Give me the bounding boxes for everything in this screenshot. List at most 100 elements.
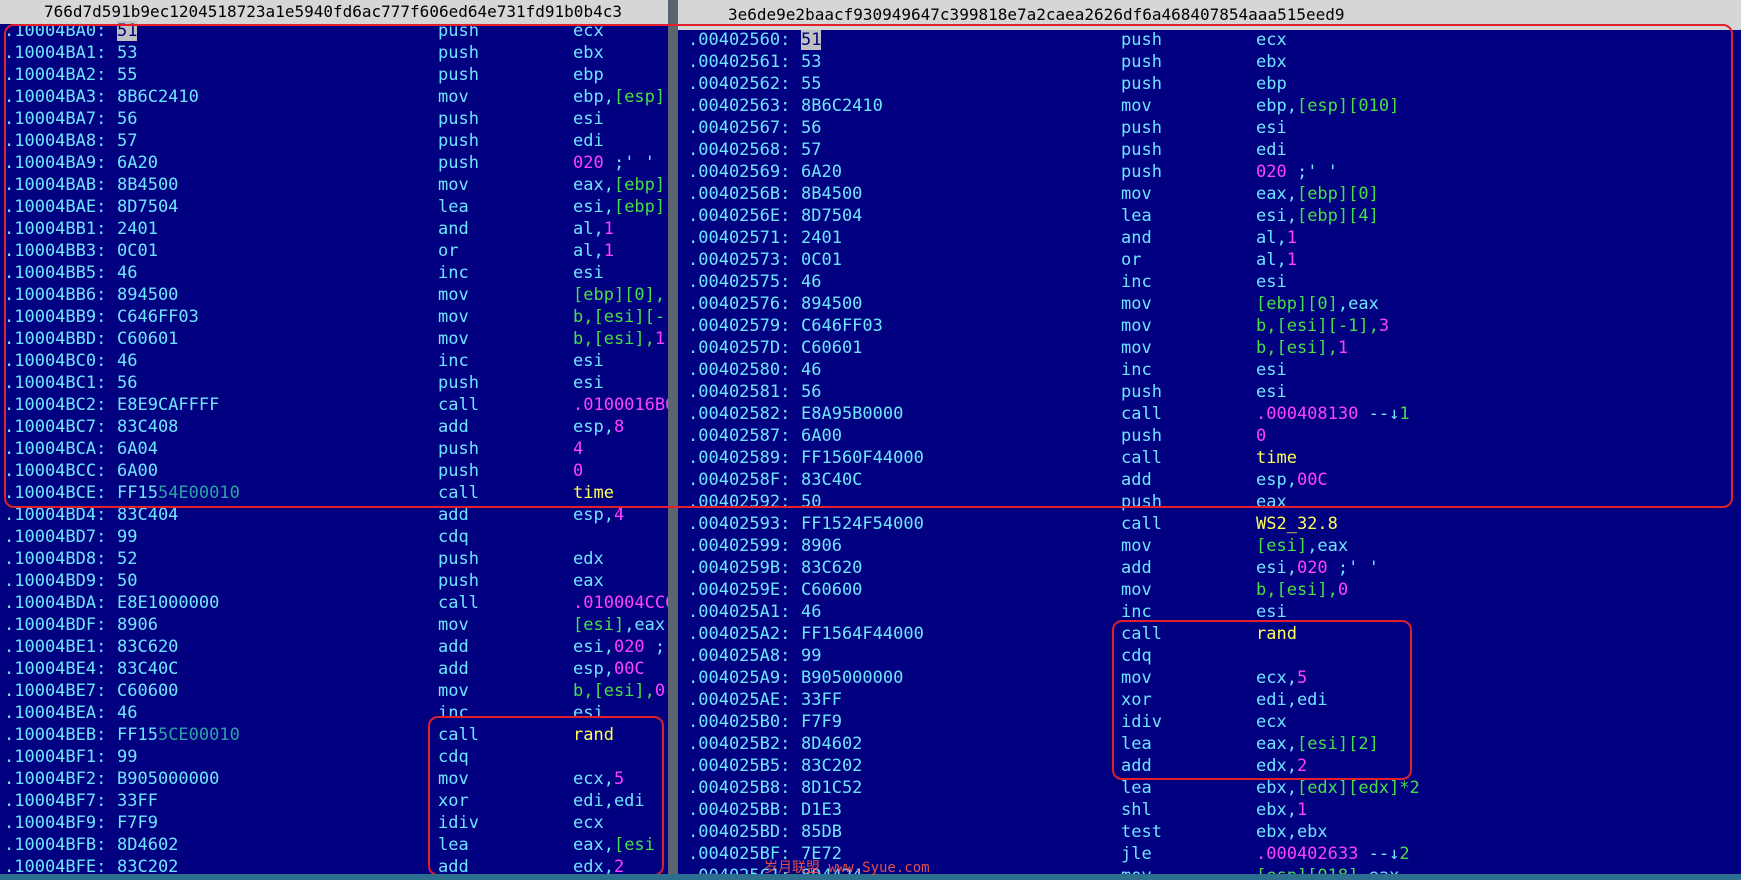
- operand-part[interactable]: .0100016B0: [573, 395, 668, 415]
- code-row[interactable]: .004025A1: 46 inc esi: [678, 601, 1741, 623]
- code-row[interactable]: .10004BC0: 46 inc esi: [0, 350, 668, 372]
- code-row[interactable]: .10004BB5: 46 inc esi: [0, 262, 668, 284]
- code-row[interactable]: .10004BC7: 83C408 add esp,8: [0, 416, 668, 438]
- function-name[interactable]: time: [573, 483, 614, 503]
- operand-part[interactable]: 2: [1297, 756, 1307, 776]
- code-row[interactable]: .0040256B: 8B4500 mov eax,[ebp][0]: [678, 183, 1741, 205]
- code-row[interactable]: .00402560: 51 push ecx: [678, 29, 1741, 51]
- code-row[interactable]: .00402575: 46 inc esi: [678, 271, 1741, 293]
- code-row[interactable]: .00402571: 2401 and al,1: [678, 227, 1741, 249]
- code-row[interactable]: .10004BE4: 83C40C add esp,00C: [0, 658, 668, 680]
- code-row[interactable]: .10004BC1: 56 push esi: [0, 372, 668, 394]
- left-disassembly-pane[interactable]: 766d7d591b9ec1204518723a1e5940fd6ac777f6…: [0, 0, 668, 880]
- code-row[interactable]: .00402568: 57 push edi: [678, 139, 1741, 161]
- code-row[interactable]: .0040259B: 83C620 add esi,020 ;' ': [678, 557, 1741, 579]
- code-row[interactable]: .004025BB: D1E3 shl ebx,1: [678, 799, 1741, 821]
- operand-part[interactable]: .000402633: [1256, 844, 1358, 864]
- operand-part[interactable]: 020: [573, 153, 604, 173]
- operand-part[interactable]: 5: [614, 769, 624, 789]
- operand-part[interactable]: 0: [1256, 426, 1266, 446]
- code-row[interactable]: .004025AE: 33FF xor edi,edi: [678, 689, 1741, 711]
- code-row[interactable]: .00402599: 8906 mov [esi],eax: [678, 535, 1741, 557]
- code-row[interactable]: .004025BD: 85DB test ebx,ebx: [678, 821, 1741, 843]
- code-row[interactable]: .10004BAB: 8B4500 mov eax,[ebp]: [0, 174, 668, 196]
- code-row[interactable]: .00402573: 0C01 or al,1: [678, 249, 1741, 271]
- operand-part[interactable]: .000408130: [1256, 404, 1358, 424]
- operand-part[interactable]: .010004CC0: [573, 593, 668, 613]
- code-row[interactable]: .10004BAE: 8D7504 lea esi,[ebp]: [0, 196, 668, 218]
- code-row[interactable]: .10004BCA: 6A04 push 4: [0, 438, 668, 460]
- code-row[interactable]: .10004BA9: 6A20 push 020 ;' ': [0, 152, 668, 174]
- operand-part[interactable]: 0: [655, 681, 665, 701]
- code-row[interactable]: .10004BEB: FF155CE00010 call rand: [0, 724, 668, 746]
- operand-part[interactable]: 020: [614, 637, 645, 657]
- code-row[interactable]: .10004BFB: 8D4602 lea eax,[esi: [0, 834, 668, 856]
- pane-divider[interactable]: [668, 0, 678, 880]
- code-row[interactable]: .00402569: 6A20 push 020 ;' ': [678, 161, 1741, 183]
- code-row[interactable]: .10004BA7: 56 push esi: [0, 108, 668, 130]
- operand-part[interactable]: 00C: [1297, 470, 1328, 490]
- right-code-listing[interactable]: .00402560: 51 push ecx .00402561: 53 push ebx .0…: [678, 29, 1741, 880]
- right-disassembly-pane[interactable]: 3e6de9e2baacf930949647c399818e7a2caea262…: [678, 0, 1741, 880]
- code-row[interactable]: .10004BBD: C60601 mov b,[esi],1: [0, 328, 668, 350]
- code-row[interactable]: .00402563: 8B6C2410 mov ebp,[esp][010]: [678, 95, 1741, 117]
- code-row[interactable]: .00402561: 53 push ebx: [678, 51, 1741, 73]
- operand-part[interactable]: 1: [604, 219, 614, 239]
- code-row[interactable]: .10004BA2: 55 push ebp: [0, 64, 668, 86]
- code-row[interactable]: .10004BA8: 57 push edi: [0, 130, 668, 152]
- operand-part[interactable]: 1: [1287, 250, 1297, 270]
- code-row[interactable]: .004025B8: 8D1C52 lea ebx,[edx][edx]*2: [678, 777, 1741, 799]
- operand-part[interactable]: 1: [1338, 338, 1348, 358]
- operand-part[interactable]: 8: [614, 417, 624, 437]
- code-row[interactable]: .00402576: 894500 mov [ebp][0],eax: [678, 293, 1741, 315]
- code-row[interactable]: .00402589: FF1560F44000 call time: [678, 447, 1741, 469]
- operand-part[interactable]: 3: [1379, 316, 1389, 336]
- code-row[interactable]: .004025A8: 99 cdq: [678, 645, 1741, 667]
- code-row[interactable]: .00402579: C646FF03 mov b,[esi][-1],3: [678, 315, 1741, 337]
- operand-part[interactable]: 0: [1338, 580, 1348, 600]
- code-row[interactable]: .00402562: 55 push ebp: [678, 73, 1741, 95]
- code-row[interactable]: .00402593: FF1524F54000 call WS2_32.8: [678, 513, 1741, 535]
- code-row[interactable]: .10004BDF: 8906 mov [esi],eax: [0, 614, 668, 636]
- code-row[interactable]: .10004BF7: 33FF xor edi,edi: [0, 790, 668, 812]
- code-row[interactable]: .004025A9: B905000000 mov ecx,5: [678, 667, 1741, 689]
- left-code-listing[interactable]: .10004BA0: 51 push ecx .10004BA1: 53 push ebx .1…: [0, 20, 668, 878]
- code-row[interactable]: .004025A2: FF1564F44000 call rand: [678, 623, 1741, 645]
- operand-part[interactable]: 1: [1287, 228, 1297, 248]
- code-row[interactable]: .00402581: 56 push esi: [678, 381, 1741, 403]
- code-row[interactable]: .10004BF9: F7F9 idiv ecx: [0, 812, 668, 834]
- code-row[interactable]: .10004BDA: E8E1000000 call .010004CC0: [0, 592, 668, 614]
- operand-part[interactable]: 00C: [614, 659, 645, 679]
- function-name[interactable]: time: [1256, 448, 1297, 468]
- code-row[interactable]: .0040258F: 83C40C add esp,00C: [678, 469, 1741, 491]
- code-row[interactable]: .004025B2: 8D4602 lea eax,[esi][2]: [678, 733, 1741, 755]
- function-name[interactable]: rand: [1256, 624, 1297, 644]
- code-row[interactable]: .10004BEA: 46 inc esi: [0, 702, 668, 724]
- code-row[interactable]: .10004BCE: FF1554E00010 call time: [0, 482, 668, 504]
- code-row[interactable]: .10004BC2: E8E9CAFFFF call .0100016B0: [0, 394, 668, 416]
- function-name[interactable]: WS2_32.8: [1256, 514, 1338, 534]
- code-row[interactable]: .00402587: 6A00 push 0: [678, 425, 1741, 447]
- code-row[interactable]: .10004BD7: 99 cdq: [0, 526, 668, 548]
- code-row[interactable]: .10004BE7: C60600 mov b,[esi],0: [0, 680, 668, 702]
- operand-part[interactable]: 4: [573, 439, 583, 459]
- code-row[interactable]: .0040256E: 8D7504 lea esi,[ebp][4]: [678, 205, 1741, 227]
- code-row[interactable]: .10004BA3: 8B6C2410 mov ebp,[esp]: [0, 86, 668, 108]
- code-row[interactable]: .0040259E: C60600 mov b,[esi],0: [678, 579, 1741, 601]
- operand-part[interactable]: 1: [655, 329, 665, 349]
- code-row[interactable]: .00402567: 56 push esi: [678, 117, 1741, 139]
- operand-part[interactable]: 020: [1297, 558, 1328, 578]
- operand-part[interactable]: 1: [604, 241, 614, 261]
- code-row[interactable]: .10004BB3: 0C01 or al,1: [0, 240, 668, 262]
- code-row[interactable]: .10004BD4: 83C404 add esp,4: [0, 504, 668, 526]
- operand-part[interactable]: 1: [1297, 800, 1307, 820]
- code-row[interactable]: .10004BD9: 50 push eax: [0, 570, 668, 592]
- code-row[interactable]: .00402592: 50 push eax: [678, 491, 1741, 513]
- function-name[interactable]: rand: [573, 725, 614, 745]
- code-row[interactable]: .10004BD8: 52 push edx: [0, 548, 668, 570]
- code-row[interactable]: .004025B0: F7F9 idiv ecx: [678, 711, 1741, 733]
- code-row[interactable]: .10004BB1: 2401 and al,1: [0, 218, 668, 240]
- code-row[interactable]: .00402582: E8A95B0000 call .000408130 --↓1: [678, 403, 1741, 425]
- operand-part[interactable]: 020: [1256, 162, 1287, 182]
- code-row[interactable]: .0040257D: C60601 mov b,[esi],1: [678, 337, 1741, 359]
